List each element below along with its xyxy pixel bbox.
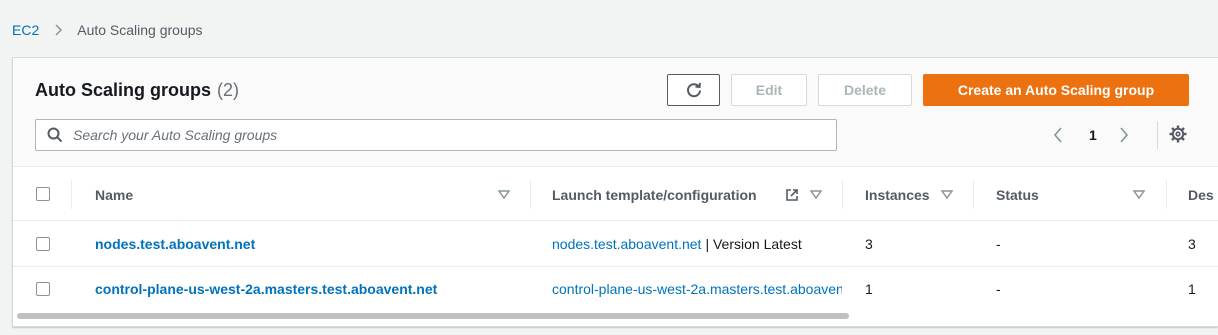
status-cell: - [996, 281, 1001, 297]
table-row[interactable]: control-plane-us-west-2a.masters.test.ab… [13, 267, 1218, 312]
delete-button[interactable]: Delete [818, 74, 912, 106]
chevron-right-icon [55, 24, 63, 36]
column-header-instances-label: Instances [865, 186, 930, 203]
instances-cell: 1 [865, 281, 873, 297]
next-page-button[interactable] [1119, 124, 1129, 146]
refresh-button[interactable] [667, 74, 720, 106]
search-icon [47, 127, 63, 143]
select-all-checkbox[interactable] [36, 187, 50, 201]
page-title-text: Auto Scaling groups [35, 80, 212, 100]
breadcrumb-current: Auto Scaling groups [77, 22, 203, 38]
horizontal-scrollbar[interactable] [13, 310, 1218, 320]
desired-cell: 3 [1188, 236, 1196, 252]
row-checkbox[interactable] [36, 282, 50, 296]
chevron-left-icon [1053, 127, 1063, 143]
edit-button[interactable]: Edit [731, 74, 807, 106]
column-header-name[interactable]: Name [95, 168, 515, 221]
asg-name-link[interactable]: control-plane-us-west-2a.masters.test.ab… [95, 281, 437, 297]
column-header-launch-template-label: Launch template/configuration [552, 186, 757, 203]
column-divider [973, 180, 974, 209]
breadcrumb-ec2-link[interactable]: EC2 [12, 22, 39, 38]
horizontal-scrollbar-thumb[interactable] [17, 313, 849, 319]
breadcrumb: EC2 Auto Scaling groups [12, 20, 203, 40]
row-checkbox[interactable] [36, 237, 50, 251]
create-auto-scaling-group-button[interactable]: Create an Auto Scaling group [923, 74, 1189, 106]
asg-name-link[interactable]: nodes.test.aboavent.net [95, 236, 255, 252]
column-header-status[interactable]: Status [996, 168, 1146, 221]
sort-icon [941, 189, 953, 200]
status-cell: - [996, 236, 1001, 252]
external-link-icon [785, 188, 799, 202]
panel-header: Auto Scaling groups (2) Edit Delete Crea… [13, 58, 1218, 167]
column-header-status-label: Status [996, 186, 1039, 203]
column-header-name-label: Name [95, 186, 134, 203]
gear-icon [1168, 124, 1188, 144]
sort-icon [498, 189, 510, 200]
column-header-desired-label: Des [1188, 186, 1214, 203]
group-count: (2) [217, 80, 240, 100]
preferences-button[interactable] [1168, 124, 1188, 144]
launch-template-version: | Version Latest [705, 236, 802, 252]
search-box [35, 119, 837, 151]
chevron-right-icon [1119, 127, 1129, 143]
launch-template-link[interactable]: control-plane-us-west-2a.masters.test.ab… [552, 281, 842, 297]
pager-divider [1157, 121, 1158, 149]
column-header-instances[interactable]: Instances [865, 168, 965, 221]
column-divider [530, 180, 531, 209]
auto-scaling-groups-panel: Auto Scaling groups (2) Edit Delete Crea… [12, 57, 1218, 327]
table-row[interactable]: nodes.test.aboavent.net nodes.test.aboav… [13, 222, 1218, 267]
column-divider [1166, 180, 1167, 209]
instances-cell: 3 [865, 236, 873, 252]
column-header-launch-template[interactable]: Launch template/configuration [552, 168, 842, 221]
page-title: Auto Scaling groups (2) [35, 80, 239, 101]
search-input[interactable] [73, 121, 813, 149]
sort-icon [1133, 189, 1145, 200]
refresh-icon [685, 81, 703, 99]
column-header-desired[interactable]: Des [1188, 168, 1218, 221]
launch-template-link[interactable]: nodes.test.aboavent.net [552, 236, 701, 252]
previous-page-button[interactable] [1053, 124, 1063, 146]
column-divider [71, 180, 72, 209]
column-divider [842, 180, 843, 209]
sort-icon [810, 189, 822, 200]
desired-cell: 1 [1188, 281, 1196, 297]
current-page-number[interactable]: 1 [1089, 124, 1097, 146]
table-header-row: Name Launch template/configuration Insta… [13, 168, 1218, 221]
